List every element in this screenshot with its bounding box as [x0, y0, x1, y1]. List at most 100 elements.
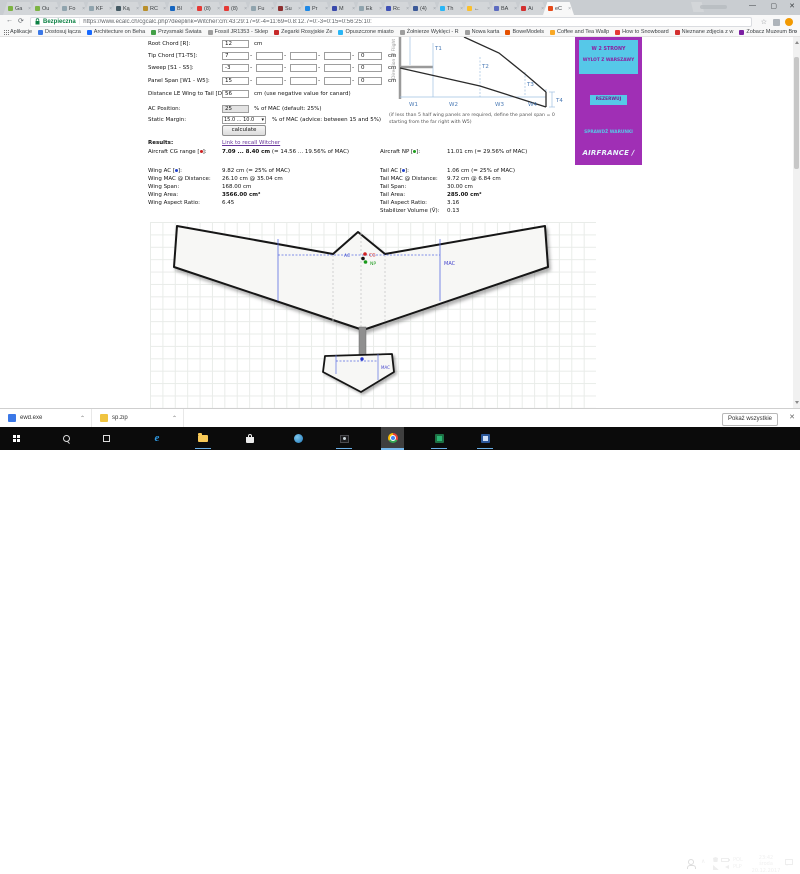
tab-close-icon[interactable]: ×: [460, 6, 463, 12]
download-caret-icon[interactable]: ⌃: [80, 415, 85, 422]
browser-tab[interactable]: (8) ×: [192, 2, 223, 15]
value-input-2[interactable]: [256, 77, 283, 85]
browser-tab[interactable]: RC ×: [138, 2, 169, 15]
recall-link[interactable]: Link to recall Witcher: [222, 140, 280, 146]
reload-button[interactable]: ⟳: [18, 17, 24, 25]
browser-tab[interactable]: Ek ×: [354, 2, 385, 15]
value-input-2[interactable]: [256, 52, 283, 60]
calculate-button[interactable]: calculate: [222, 125, 266, 136]
back-button[interactable]: ←: [6, 17, 13, 24]
value-input-4[interactable]: [324, 77, 351, 85]
tab-close-icon[interactable]: ×: [82, 6, 85, 12]
bookmark-item[interactable]: Coffee and Tea Wallp: [550, 29, 609, 35]
taskbar-word-button[interactable]: [474, 427, 496, 450]
address-bar[interactable]: Bezpieczna | https://www.ecalc.ch/cgcalc…: [30, 17, 752, 27]
page-scrollbar[interactable]: [793, 37, 800, 408]
tab-close-icon[interactable]: ×: [298, 6, 301, 12]
task-view-button[interactable]: [95, 427, 117, 450]
window-maximize-button[interactable]: ▢: [770, 2, 777, 10]
value-input-4[interactable]: [324, 64, 351, 72]
browser-tab[interactable]: Ou ×: [30, 2, 61, 15]
tab-close-icon[interactable]: ×: [217, 6, 220, 12]
browser-tab[interactable]: (4) ×: [408, 2, 439, 15]
scrollbar-thumb[interactable]: [794, 57, 799, 169]
browser-tab[interactable]: Pr ×: [300, 2, 331, 15]
tab-close-icon[interactable]: ×: [352, 6, 355, 12]
extension-icon[interactable]: [773, 19, 780, 26]
tray-network-icon[interactable]: [713, 865, 719, 870]
window-close-button[interactable]: ✕: [789, 2, 795, 10]
bookmark-item[interactable]: Zobacz Muzeum Bro: [739, 29, 797, 35]
tray-clock[interactable]: 23:42 środa 20.12.2017: [751, 855, 781, 874]
static-margin-select[interactable]: 15.0 ... 10.0 ▾: [222, 116, 266, 124]
browser-tab[interactable]: Bl ×: [165, 2, 196, 15]
show-all-downloads-button[interactable]: Pokaż wszystkie: [722, 413, 778, 426]
tray-people-icon[interactable]: [688, 859, 694, 865]
bookmark-item[interactable]: Opuszczone miasto: [338, 29, 393, 35]
browser-menu-icon[interactable]: [785, 18, 793, 26]
browser-tab[interactable]: BA ×: [489, 2, 520, 15]
taskbar-search-button[interactable]: [55, 427, 77, 450]
value-input-3[interactable]: [290, 64, 317, 72]
browser-tab[interactable]: (8) ×: [219, 2, 250, 15]
ad-terms-link[interactable]: SPRAWDŹ WARUNKI: [575, 130, 642, 135]
tray-language-indicator[interactable]: POL PLP: [733, 857, 743, 870]
bookmark-item[interactable]: Nowa karta: [465, 29, 500, 35]
browser-tab[interactable]: Ai ×: [516, 2, 547, 15]
download-caret-icon[interactable]: ⌃: [172, 415, 177, 422]
bookmark-item[interactable]: Przysmaki Świata: [151, 29, 201, 35]
tab-close-icon[interactable]: ×: [271, 6, 274, 12]
tab-close-icon[interactable]: ×: [163, 6, 166, 12]
tab-close-icon[interactable]: ×: [325, 6, 328, 12]
value-input-1[interactable]: 15: [222, 77, 249, 85]
value-input-5[interactable]: 0: [358, 64, 382, 72]
tab-close-icon[interactable]: ×: [541, 6, 544, 12]
tab-close-icon[interactable]: ×: [487, 6, 490, 12]
bookmark-item[interactable]: BoweModels: [505, 29, 544, 35]
root-chord-input[interactable]: 12: [222, 40, 249, 48]
tab-close-icon[interactable]: ×: [109, 6, 112, 12]
taskbar-store-button[interactable]: [239, 427, 261, 450]
downloads-bar-close-icon[interactable]: ✕: [789, 413, 795, 421]
browser-tab[interactable]: eC ×: [543, 2, 574, 15]
bookmark-item[interactable]: Fossil JR1353 - Sklep: [208, 29, 269, 35]
scroll-up-arrow[interactable]: [795, 39, 799, 44]
tab-close-icon[interactable]: ×: [406, 6, 409, 12]
tab-close-icon[interactable]: ×: [55, 6, 58, 12]
tab-close-icon[interactable]: ×: [136, 6, 139, 12]
taskbar-explorer-button[interactable]: [192, 427, 214, 450]
bookmark-item[interactable]: Zegarki Rosyjskie Ze: [274, 29, 332, 35]
tray-battery-icon[interactable]: [721, 858, 729, 862]
value-input-2[interactable]: [256, 64, 283, 72]
value-input-3[interactable]: [290, 52, 317, 60]
taskbar-app-blue-button[interactable]: [287, 427, 309, 450]
browser-tab[interactable]: Fu ×: [246, 2, 277, 15]
value-input-1[interactable]: -3: [222, 64, 249, 72]
tab-close-icon[interactable]: ×: [244, 6, 247, 12]
window-minimize-button[interactable]: —: [749, 2, 756, 9]
apps-shortcut[interactable]: Aplikacje: [4, 29, 32, 35]
bookmark-item[interactable]: Żołnierze Wyklęci - R: [400, 29, 459, 35]
tab-close-icon[interactable]: ×: [568, 6, 571, 12]
browser-tab[interactable]: ← ×: [462, 2, 493, 15]
taskbar-green-app-button[interactable]: [428, 427, 450, 450]
value-input-4[interactable]: [324, 52, 351, 60]
browser-tab[interactable]: M ×: [327, 2, 358, 15]
ad-banner[interactable]: W 2 STRONY WYLOT Z WARSZAWY REZERWUJ SPR…: [575, 37, 642, 165]
bookmark-item[interactable]: How to Snowboard: [615, 29, 668, 35]
tray-volume-icon[interactable]: [723, 865, 729, 869]
tab-close-icon[interactable]: ×: [379, 6, 382, 12]
tab-close-icon[interactable]: ×: [190, 6, 193, 12]
action-center-icon[interactable]: [785, 859, 793, 865]
taskbar-camera-button[interactable]: [333, 427, 355, 450]
bookmarks-overflow-chevron[interactable]: »: [794, 29, 797, 35]
tab-close-icon[interactable]: ×: [28, 6, 31, 12]
tab-close-icon[interactable]: ×: [433, 6, 436, 12]
browser-tab[interactable]: Rc ×: [381, 2, 412, 15]
bookmark-item[interactable]: Architecture on Beha: [87, 29, 145, 35]
taskbar-edge-button[interactable]: e: [146, 427, 168, 450]
browser-tab[interactable]: KF ×: [84, 2, 115, 15]
value-input-5[interactable]: 0: [358, 52, 382, 60]
browser-tab[interactable]: Fo ×: [57, 2, 88, 15]
browser-tab[interactable]: Ką ×: [111, 2, 142, 15]
